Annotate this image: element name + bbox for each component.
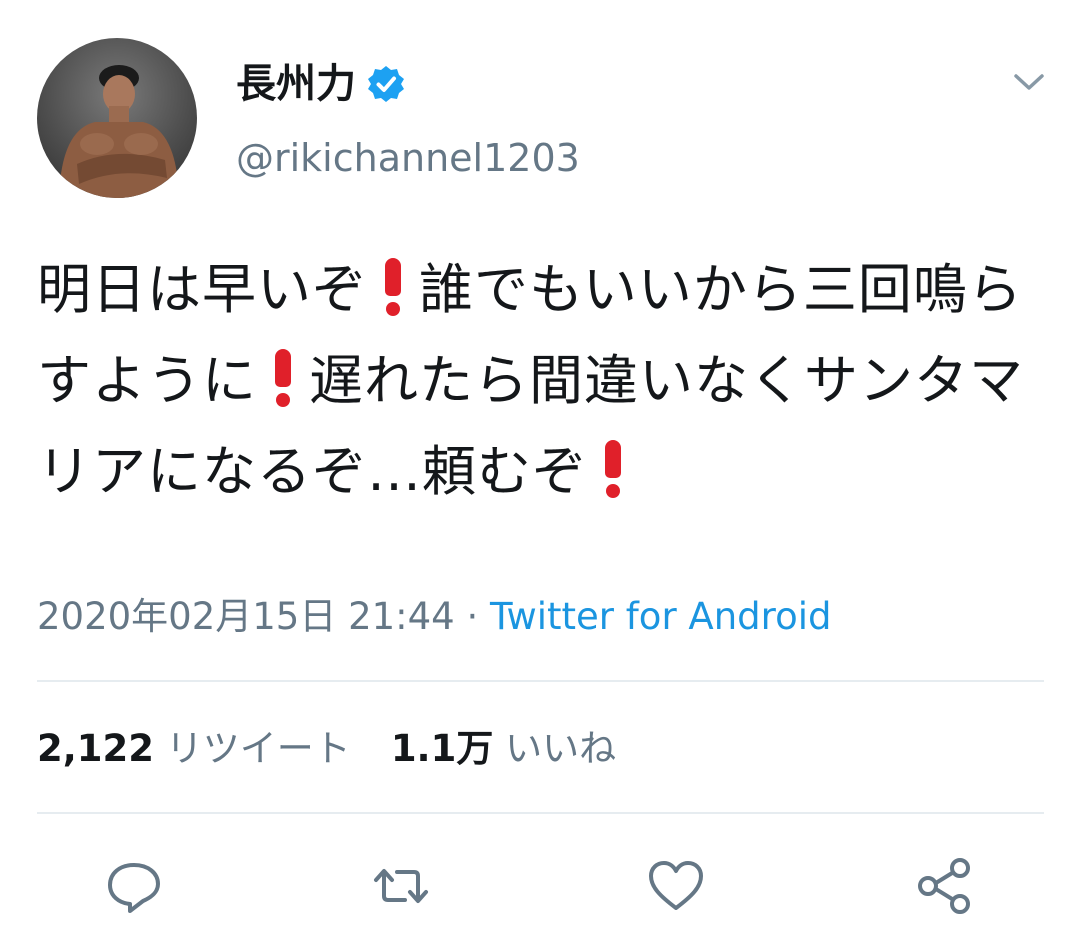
retweet-button[interactable] <box>371 856 431 916</box>
reply-icon <box>108 863 160 913</box>
timestamp[interactable]: 2020年02月15日 21:44 <box>37 595 455 638</box>
likes-count: 1.1万 <box>390 727 494 770</box>
chevron-down-icon[interactable] <box>1010 66 1048 96</box>
retweet-icon <box>374 869 428 903</box>
retweets-label: リツイート <box>165 727 351 770</box>
author-name-row[interactable]: 長州力 <box>236 58 406 110</box>
share-icon <box>918 858 970 914</box>
divider <box>37 812 1044 814</box>
verified-badge-icon <box>366 64 406 104</box>
red-exclamation-icon <box>605 440 621 498</box>
retweets-stat[interactable]: 2,122 リツイート <box>37 727 351 770</box>
like-button[interactable] <box>646 856 706 916</box>
likes-label: いいね <box>505 727 617 770</box>
tweet-meta: 2020年02月15日 21:44 · Twitter for Android <box>37 592 831 642</box>
red-exclamation-icon <box>275 349 291 407</box>
reply-button[interactable] <box>104 856 164 916</box>
avatar-photo <box>59 65 179 198</box>
retweets-count: 2,122 <box>37 727 155 770</box>
share-button[interactable] <box>914 856 974 916</box>
red-exclamation-icon <box>385 258 401 316</box>
tweet-stats: 2,122 リツイート 1.1万 いいね <box>37 724 616 774</box>
meta-separator: · <box>454 595 491 638</box>
author-handle[interactable]: @rikichannel1203 <box>236 134 580 182</box>
divider <box>37 680 1044 682</box>
heart-icon <box>649 861 703 910</box>
tweet-text: 明日は早いぞ 誰でもいいから三回鳴らすように 遅れたら間違いなくサンタマリアになるぞ… <box>37 244 1047 517</box>
source-link[interactable]: Twitter for Android <box>490 595 831 638</box>
tweet-text-part-1: 明日は早いぞ <box>37 258 367 321</box>
likes-stat[interactable]: 1.1万 いいね <box>391 727 616 770</box>
avatar[interactable] <box>37 38 197 198</box>
display-name[interactable]: 長州力 <box>236 58 356 110</box>
